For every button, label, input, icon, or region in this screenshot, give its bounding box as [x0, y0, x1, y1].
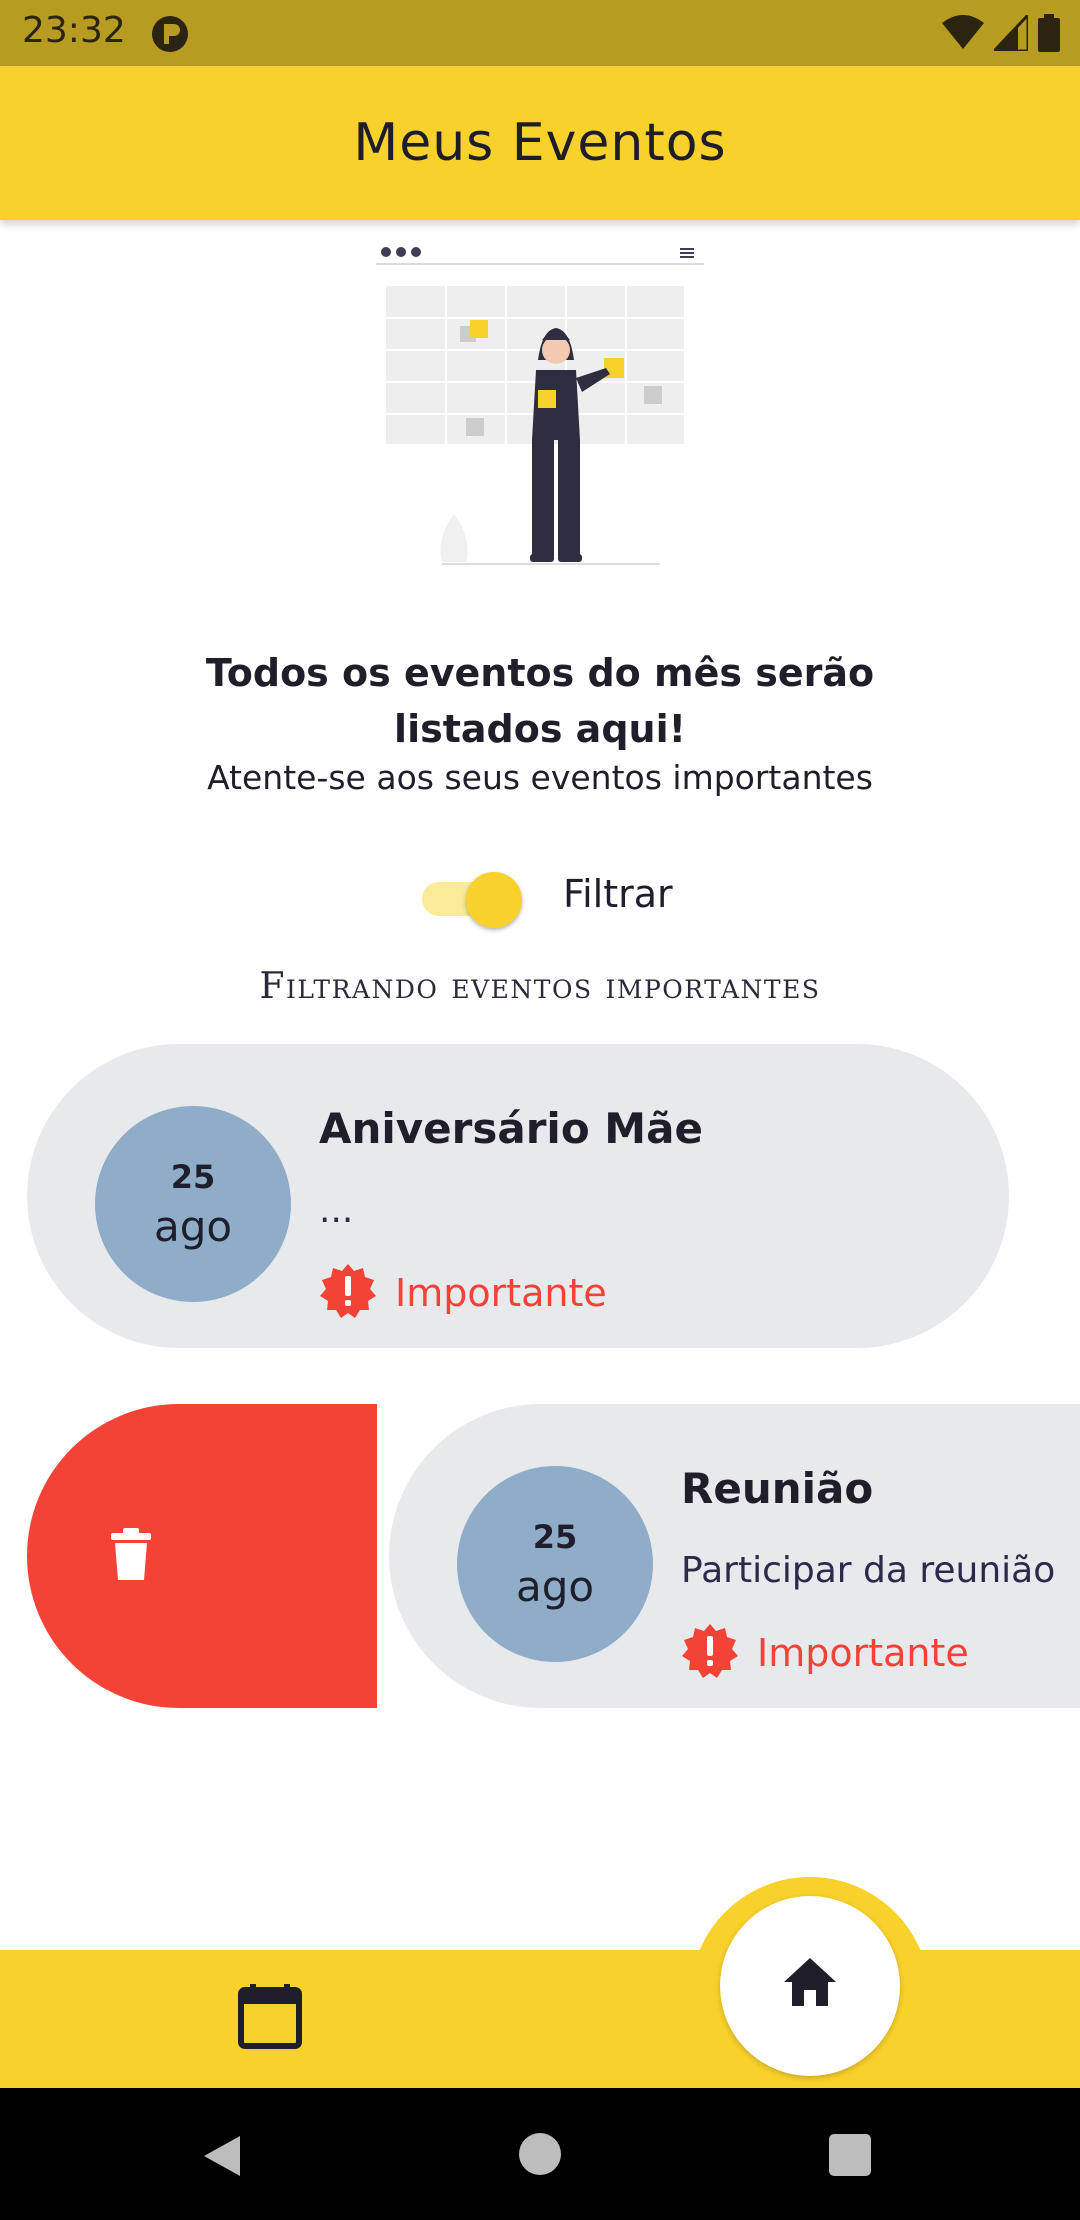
- event-day: 25: [170, 1158, 216, 1196]
- event-description: Participar da reunião: [681, 1550, 1056, 1591]
- alert-badge-icon: [319, 1262, 377, 1324]
- filter-toggle[interactable]: [420, 868, 522, 928]
- event-description: ...: [319, 1190, 354, 1231]
- event-card[interactable]: 25 ago Aniversário Mãe ... Importante: [27, 1044, 1009, 1348]
- app-bar: Meus Eventos: [0, 66, 1080, 220]
- event-title: Aniversário Mãe: [319, 1104, 703, 1153]
- bottom-navigation: [0, 1950, 1080, 2088]
- event-title: Reunião: [681, 1464, 874, 1513]
- event-date-badge: 25 ago: [95, 1106, 291, 1302]
- status-indicators: [942, 11, 1060, 56]
- empty-state-subline: Atente-se aos seus eventos importantes: [207, 758, 873, 797]
- signal-icon: [990, 11, 1030, 55]
- important-badge: Importante: [681, 1622, 969, 1684]
- system-home-icon[interactable]: [519, 2133, 561, 2175]
- event-month: ago: [153, 1202, 233, 1251]
- battery-icon: [1038, 14, 1060, 56]
- important-badge: Importante: [319, 1262, 607, 1324]
- filter-label: Filtrar: [563, 872, 673, 916]
- empty-state-headline: Todos os eventos do mês serão listados a…: [205, 651, 875, 751]
- home-icon: [782, 1956, 838, 2012]
- status-time: 23:32: [22, 10, 126, 51]
- system-navigation-bar: [0, 2088, 1080, 2220]
- page-title: Meus Eventos: [353, 113, 727, 173]
- app-notification-icon: [150, 14, 190, 58]
- delete-swipe-action[interactable]: [27, 1404, 377, 1708]
- recent-apps-icon[interactable]: [829, 2134, 871, 2176]
- trash-icon: [111, 1528, 151, 1584]
- filter-caption: Filtrando eventos importantes: [259, 966, 821, 1007]
- wifi-icon: [942, 15, 984, 55]
- event-card[interactable]: 25 ago Reunião Participar da reunião Imp…: [389, 1404, 1080, 1708]
- home-button[interactable]: [720, 1896, 900, 2076]
- calendar-illustration: [370, 238, 710, 572]
- event-month: ago: [515, 1562, 595, 1611]
- toggle-thumb: [466, 872, 522, 928]
- important-label: Importante: [757, 1631, 969, 1675]
- important-label: Importante: [395, 1271, 607, 1315]
- status-bar: 23:32: [0, 0, 1080, 66]
- back-icon[interactable]: [200, 2134, 244, 2182]
- alert-badge-icon: [681, 1622, 739, 1684]
- event-date-badge: 25 ago: [457, 1466, 653, 1662]
- event-day: 25: [532, 1518, 578, 1556]
- calendar-icon[interactable]: [236, 1982, 304, 2050]
